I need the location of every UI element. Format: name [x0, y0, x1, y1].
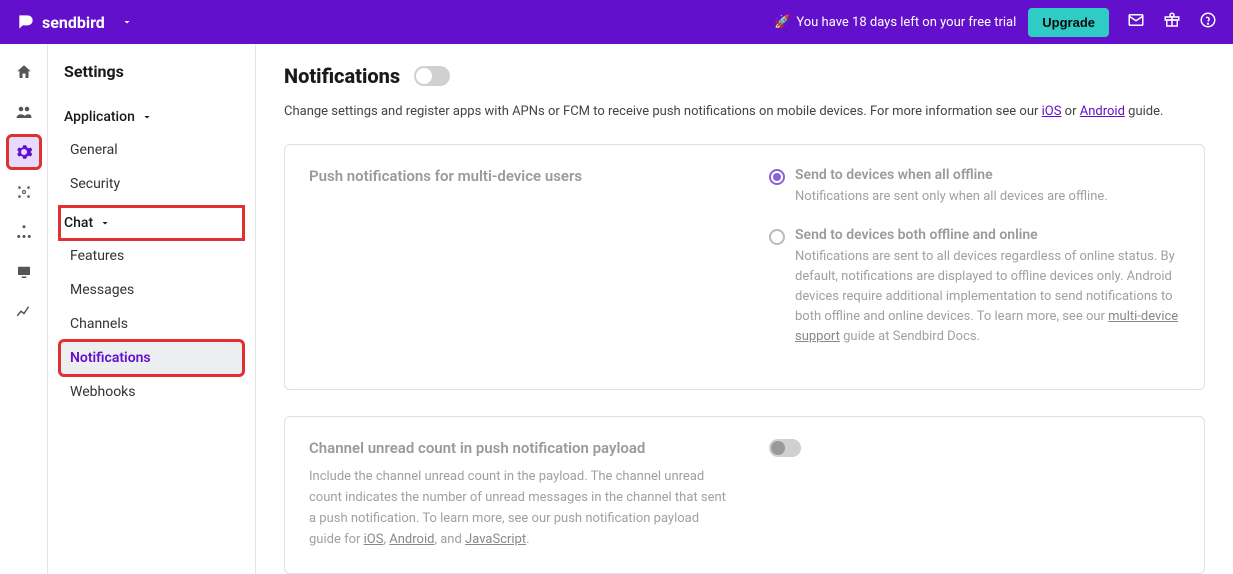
group-application[interactable]: Application [60, 101, 243, 133]
brand-name: sendbird [42, 13, 105, 32]
nav-webhooks[interactable]: Webhooks [60, 375, 243, 409]
nav-channels[interactable]: Channels [60, 307, 243, 341]
upgrade-button[interactable]: Upgrade [1028, 8, 1109, 37]
topbar: sendbird 🚀 You have 18 days left on your… [0, 0, 1233, 44]
app-switcher[interactable] [115, 12, 139, 32]
ios-guide-link[interactable]: iOS [1042, 104, 1062, 119]
main-content: Notifications Change settings and regist… [256, 44, 1233, 574]
rail-home[interactable] [8, 56, 40, 88]
group-chat[interactable]: Chat [60, 207, 243, 239]
trial-notice: 🚀 You have 18 days left on your free tri… [774, 15, 1016, 30]
help-icon[interactable] [1199, 11, 1217, 33]
radio-icon [769, 169, 785, 185]
chevron-down-icon [121, 16, 133, 28]
brand-logo[interactable]: sendbird [16, 12, 105, 32]
android-guide-link[interactable]: Android [1080, 104, 1125, 119]
nav-rail [0, 44, 48, 574]
nav-messages[interactable]: Messages [60, 273, 243, 307]
rail-analytics[interactable] [8, 296, 40, 328]
card-multi-device-title: Push notifications for multi-device user… [309, 167, 729, 185]
gift-icon[interactable] [1163, 11, 1181, 33]
rocket-icon: 🚀 [774, 15, 790, 30]
radio-icon [769, 229, 785, 245]
payload-android-link[interactable]: Android [389, 532, 434, 547]
nav-general[interactable]: General [60, 133, 243, 167]
card-unread-count-title: Channel unread count in push notificatio… [309, 439, 729, 457]
unread-count-toggle[interactable] [769, 439, 801, 457]
page-title: Notifications [284, 64, 400, 88]
rail-users[interactable] [8, 96, 40, 128]
rail-settings[interactable] [8, 136, 40, 168]
trial-text: You have 18 days left on your free trial [796, 15, 1016, 30]
card-multi-device: Push notifications for multi-device user… [284, 144, 1205, 391]
settings-sidebar: Settings Application General Security Ch… [48, 44, 256, 574]
radio-all-offline[interactable]: Send to devices when all offline Notific… [769, 167, 1180, 207]
chevron-down-icon [141, 111, 153, 123]
sidebar-title: Settings [60, 62, 243, 81]
mail-icon[interactable] [1127, 11, 1145, 33]
sendbird-logo-icon [16, 12, 36, 32]
card-unread-count: Channel unread count in push notificatio… [284, 416, 1205, 573]
rail-data[interactable] [8, 176, 40, 208]
gear-icon [15, 143, 33, 161]
payload-ios-link[interactable]: iOS [364, 532, 384, 547]
notifications-master-toggle[interactable] [414, 66, 450, 86]
nav-security[interactable]: Security [60, 167, 243, 201]
rail-nodes[interactable] [8, 216, 40, 248]
page-intro: Change settings and register apps with A… [284, 102, 1205, 122]
rail-desktop[interactable] [8, 256, 40, 288]
payload-js-link[interactable]: JavaScript [465, 532, 526, 547]
chevron-down-icon [99, 217, 111, 229]
nav-features[interactable]: Features [60, 239, 243, 273]
radio-both[interactable]: Send to devices both offline and online … [769, 227, 1180, 348]
nav-notifications[interactable]: Notifications [60, 341, 243, 375]
